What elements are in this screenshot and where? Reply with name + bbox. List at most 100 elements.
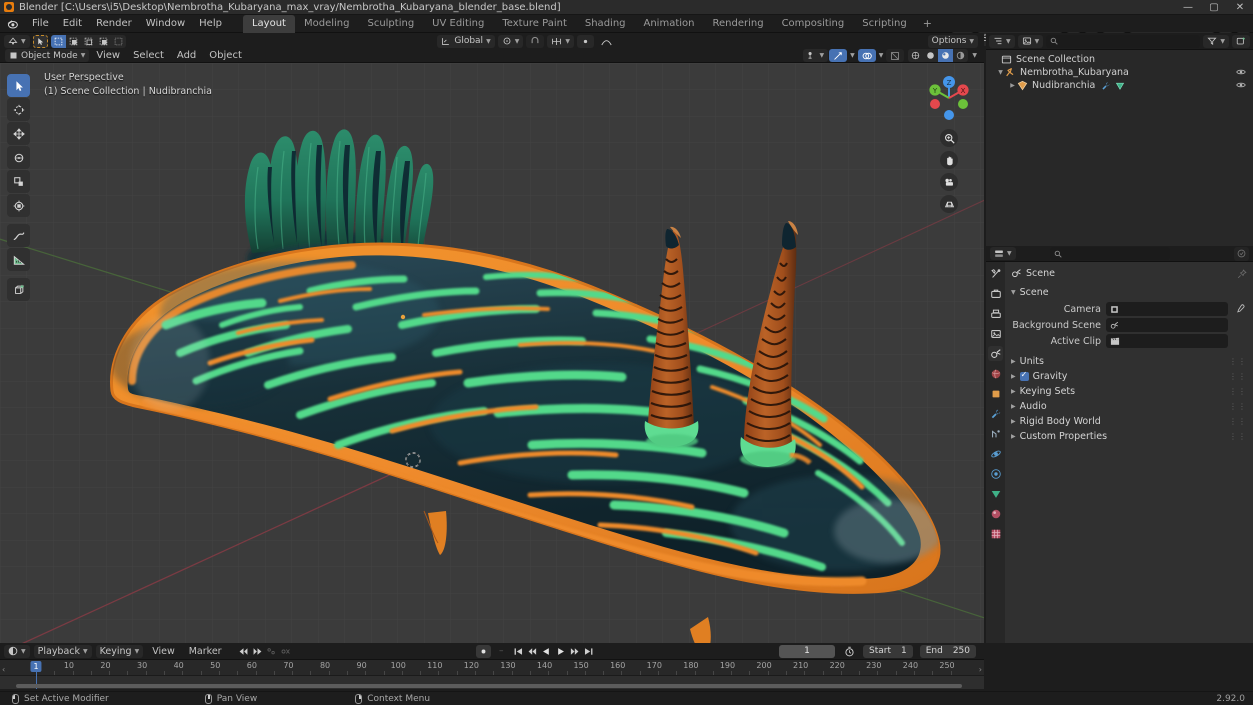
- select-set-icon[interactable]: [50, 34, 66, 48]
- shading-solid-icon[interactable]: [923, 49, 938, 62]
- outliner-row-scene-collection[interactable]: Scene Collection: [986, 53, 1253, 66]
- timeline-ruler[interactable]: 10 20 30 40 50 60 70 80 90 100 110 120 130 140 150 160 1…: [0, 660, 984, 676]
- panel-custom-properties[interactable]: ▶ Custom Properties ⋮⋮: [1005, 429, 1253, 444]
- shading-material-preview-icon[interactable]: [938, 49, 954, 62]
- properties-tab-particles[interactable]: [988, 426, 1003, 441]
- properties-tab-render[interactable]: [988, 286, 1003, 301]
- visibility-eye-icon[interactable]: [1236, 67, 1246, 77]
- timeline-horizontal-scrollbar[interactable]: [16, 684, 962, 688]
- pin-icon[interactable]: [1237, 268, 1247, 279]
- outliner-new-collection-button[interactable]: [1232, 34, 1250, 48]
- properties-tab-constraints[interactable]: [988, 466, 1003, 481]
- menu-edit[interactable]: Edit: [56, 16, 89, 32]
- gravity-checkbox[interactable]: [1019, 370, 1029, 381]
- tab-animation[interactable]: Animation: [635, 15, 704, 33]
- panel-units[interactable]: ▶ Units ⋮⋮: [1005, 354, 1253, 369]
- properties-tab-scene[interactable]: [988, 346, 1003, 361]
- properties-tab-view-layer[interactable]: [988, 326, 1003, 341]
- tab-layout[interactable]: Layout: [242, 14, 295, 33]
- transform-orientation-dropdown[interactable]: Global ▼: [437, 34, 495, 48]
- tab-shading[interactable]: Shading: [576, 15, 635, 33]
- tab-rendering[interactable]: Rendering: [703, 15, 772, 33]
- viewport-canvas[interactable]: User Perspective (1) Scene Collection | …: [0, 63, 984, 643]
- select-invert-icon[interactable]: [96, 35, 111, 48]
- playhead-label[interactable]: 1: [30, 661, 42, 672]
- tab-uv-editing[interactable]: UV Editing: [423, 15, 493, 33]
- play-reverse-button[interactable]: [540, 645, 553, 658]
- 3d-viewport[interactable]: ▼ Global ▼ ▼ ▼ Options ▼ Object Mode ▼ V…: [0, 33, 984, 643]
- tool-transform[interactable]: [7, 194, 30, 217]
- interaction-mode-dropdown[interactable]: Object Mode ▼: [5, 49, 90, 62]
- timeline-channel-area[interactable]: [0, 672, 984, 689]
- gizmo-settings-dropdown[interactable]: ▼: [848, 49, 857, 62]
- outliner-filter-button[interactable]: ▼: [1203, 34, 1229, 48]
- proportional-edit-toggle[interactable]: [576, 34, 594, 48]
- outliner-search-input[interactable]: [1046, 34, 1201, 48]
- properties-tab-object-data[interactable]: [988, 486, 1003, 501]
- xray-toggle[interactable]: [886, 49, 905, 62]
- properties-tab-tool[interactable]: [988, 266, 1003, 281]
- outliner-editor[interactable]: ▼ ▼ ▼ Scene Collection ▼ Nembrotha_Kubar…: [986, 33, 1253, 246]
- panel-rigid-body-world[interactable]: ▶ Rigid Body World ⋮⋮: [1005, 414, 1253, 429]
- overlays-settings-dropdown[interactable]: ▼: [877, 49, 886, 62]
- properties-tab-physics[interactable]: [988, 446, 1003, 461]
- tool-annotate[interactable]: [7, 224, 30, 247]
- jump-to-next-keyframe-icon[interactable]: [251, 645, 264, 658]
- frame-end-field[interactable]: End 250: [919, 644, 977, 658]
- insert-keyframe-icon[interactable]: [265, 645, 278, 658]
- camera-view-icon[interactable]: [940, 173, 958, 191]
- timeline-editor[interactable]: ▼ Playback ▼ Keying ▼ View Marker – 1 St…: [0, 643, 984, 689]
- properties-tab-world[interactable]: [988, 366, 1003, 381]
- editor-type-selector[interactable]: ▼: [4, 34, 30, 48]
- tab-compositing[interactable]: Compositing: [773, 15, 854, 33]
- auto-keying-toggle[interactable]: [476, 644, 492, 658]
- properties-tab-object[interactable]: [988, 386, 1003, 401]
- outliner-row-nembrotha[interactable]: ▼ Nembrotha_Kubaryana: [986, 66, 1253, 79]
- menu-render[interactable]: Render: [89, 16, 139, 32]
- shading-settings-dropdown[interactable]: ▼: [969, 49, 980, 62]
- outliner-editor-type[interactable]: ▼: [989, 34, 1015, 48]
- tab-sculpting[interactable]: Sculpting: [358, 15, 423, 33]
- close-button[interactable]: ✕: [1227, 0, 1253, 15]
- snap-settings-dropdown[interactable]: ▼: [547, 34, 574, 48]
- properties-tab-output[interactable]: [988, 306, 1003, 321]
- select-subtract-icon[interactable]: [81, 35, 96, 48]
- panel-scene-header[interactable]: ▼ Scene: [1005, 285, 1253, 300]
- scroll-left-arrow[interactable]: ‹: [2, 665, 5, 674]
- properties-collapse-button[interactable]: [1234, 246, 1249, 261]
- show-overlays-toggle[interactable]: [857, 49, 876, 62]
- tool-add-cube[interactable]: [7, 278, 30, 301]
- active-tool-indicator[interactable]: [32, 34, 48, 48]
- show-gizmo-toggle[interactable]: [829, 49, 848, 62]
- panel-gravity[interactable]: ▶ Gravity ⋮⋮: [1005, 369, 1253, 384]
- outliner-display-mode[interactable]: ▼: [1017, 34, 1044, 48]
- prop-field-active-clip[interactable]: [1106, 334, 1228, 348]
- proportional-falloff-dropdown[interactable]: [597, 35, 616, 48]
- tool-scale[interactable]: [7, 170, 30, 193]
- properties-tab-material[interactable]: [988, 506, 1003, 521]
- mesh-triangle-icon[interactable]: [1115, 81, 1125, 91]
- properties-editor[interactable]: ▼ Scene ▼ Scene Camera Background Scene …: [986, 246, 1253, 643]
- timeline-menu-view[interactable]: View: [147, 646, 180, 657]
- panel-audio[interactable]: ▶ Audio ⋮⋮: [1005, 399, 1253, 414]
- pivot-point-dropdown[interactable]: ▼: [497, 34, 524, 48]
- select-extend-icon[interactable]: [66, 35, 81, 48]
- tab-scripting[interactable]: Scripting: [853, 15, 915, 33]
- viewport-menu-view[interactable]: View: [90, 50, 126, 61]
- menu-file[interactable]: File: [25, 16, 56, 32]
- visibility-eye-icon[interactable]: [1236, 80, 1246, 90]
- eyedropper-icon[interactable]: [1233, 304, 1247, 314]
- select-mode-group[interactable]: [50, 34, 126, 48]
- panel-keying-sets[interactable]: ▶ Keying Sets ⋮⋮: [1005, 384, 1253, 399]
- tool-tweak[interactable]: [7, 74, 30, 97]
- play-button[interactable]: [554, 645, 567, 658]
- ortho-persp-icon[interactable]: [940, 195, 958, 213]
- jump-to-start-button[interactable]: [512, 645, 525, 658]
- current-frame-field[interactable]: 1: [778, 644, 835, 658]
- modifier-icon[interactable]: [1101, 81, 1111, 91]
- properties-tab-texture[interactable]: [988, 526, 1003, 541]
- select-intersect-icon[interactable]: [111, 35, 126, 48]
- prop-field-camera[interactable]: [1106, 302, 1228, 316]
- timeline-menu-marker[interactable]: Marker: [184, 646, 227, 657]
- prev-keyframe-button[interactable]: [526, 645, 539, 658]
